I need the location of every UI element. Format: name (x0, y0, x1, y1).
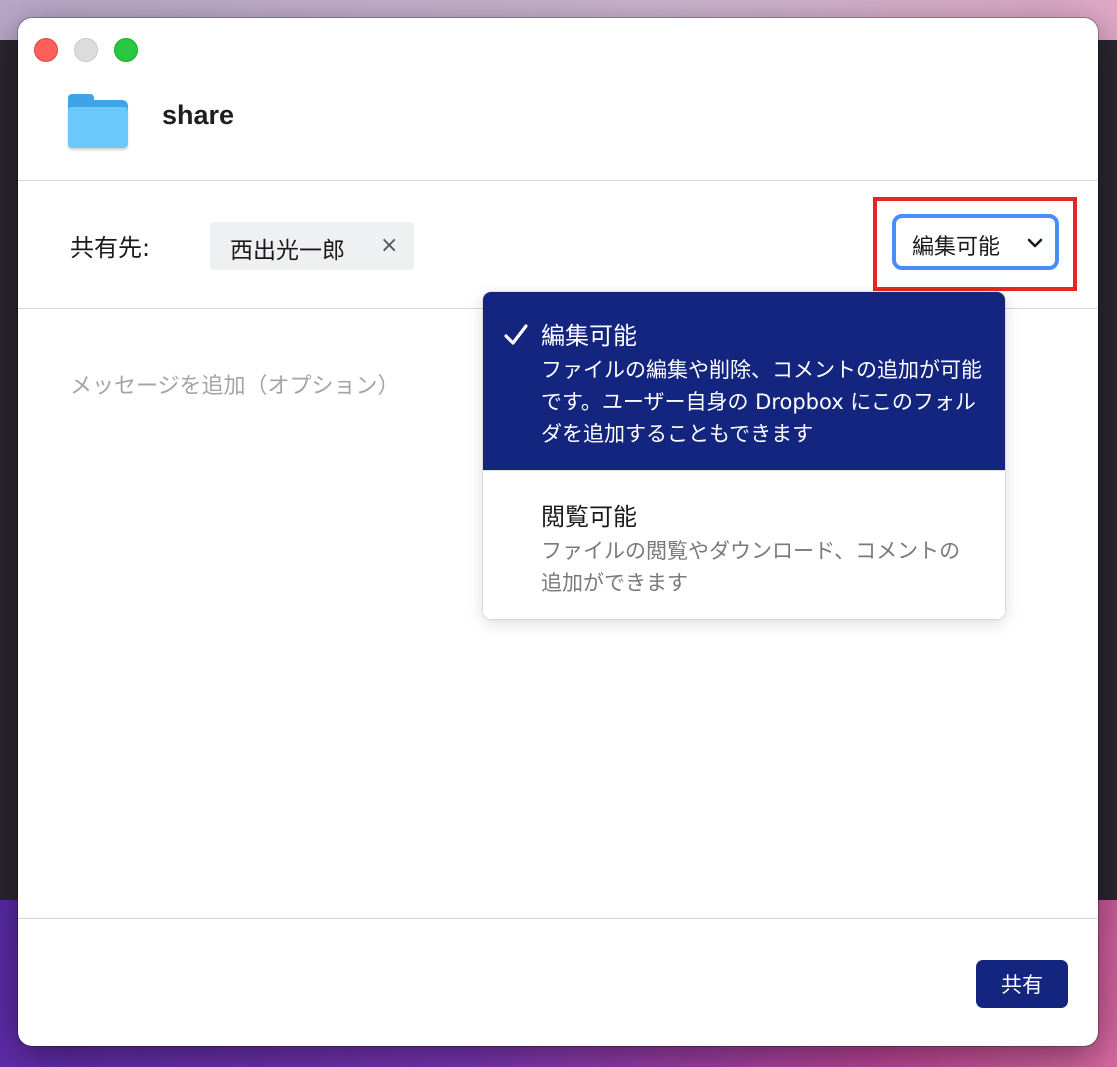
recipient-name: 西出光一郎 (230, 238, 345, 264)
share-dialog: share 共有先: 西出光一郎 × 編集可能 メッセージを追加（オプション） … (18, 18, 1098, 1046)
share-with-label: 共有先: (70, 234, 151, 262)
minimize-window-button[interactable] (74, 38, 98, 62)
footer-divider (18, 918, 1098, 919)
permission-option-description: ファイルの編集や削除、コメントの追加が可能です。ユーザー自身の Dropbox … (541, 358, 982, 446)
checkmark-icon (504, 324, 528, 345)
folder-icon (68, 94, 128, 148)
recipient-chip: 西出光一郎 × (210, 222, 414, 270)
chevron-down-icon (1027, 238, 1043, 248)
permission-menu: 編集可能 ファイルの編集や削除、コメントの追加が可能です。ユーザー自身の Dro… (483, 292, 1005, 619)
message-input[interactable]: メッセージを追加（オプション） (70, 368, 400, 400)
permission-option-title: 編集可能 (541, 322, 637, 350)
close-icon[interactable]: × (380, 233, 398, 258)
permission-option-edit[interactable]: 編集可能 ファイルの編集や削除、コメントの追加が可能です。ユーザー自身の Dro… (483, 292, 1005, 470)
share-button[interactable]: 共有 (976, 960, 1068, 1008)
permission-dropdown-label: 編集可能 (912, 235, 1001, 260)
maximize-window-button[interactable] (114, 38, 138, 62)
close-window-button[interactable] (34, 38, 58, 62)
permission-option-description: ファイルの閲覧やダウンロード、コメントの追加ができます (541, 539, 961, 595)
permission-dropdown[interactable]: 編集可能 (892, 214, 1059, 270)
header-divider (18, 180, 1098, 181)
permission-option-view[interactable]: 閲覧可能 ファイルの閲覧やダウンロード、コメントの追加ができます (483, 470, 1005, 619)
permission-option-title: 閲覧可能 (541, 503, 637, 531)
folder-name: share (162, 100, 235, 130)
